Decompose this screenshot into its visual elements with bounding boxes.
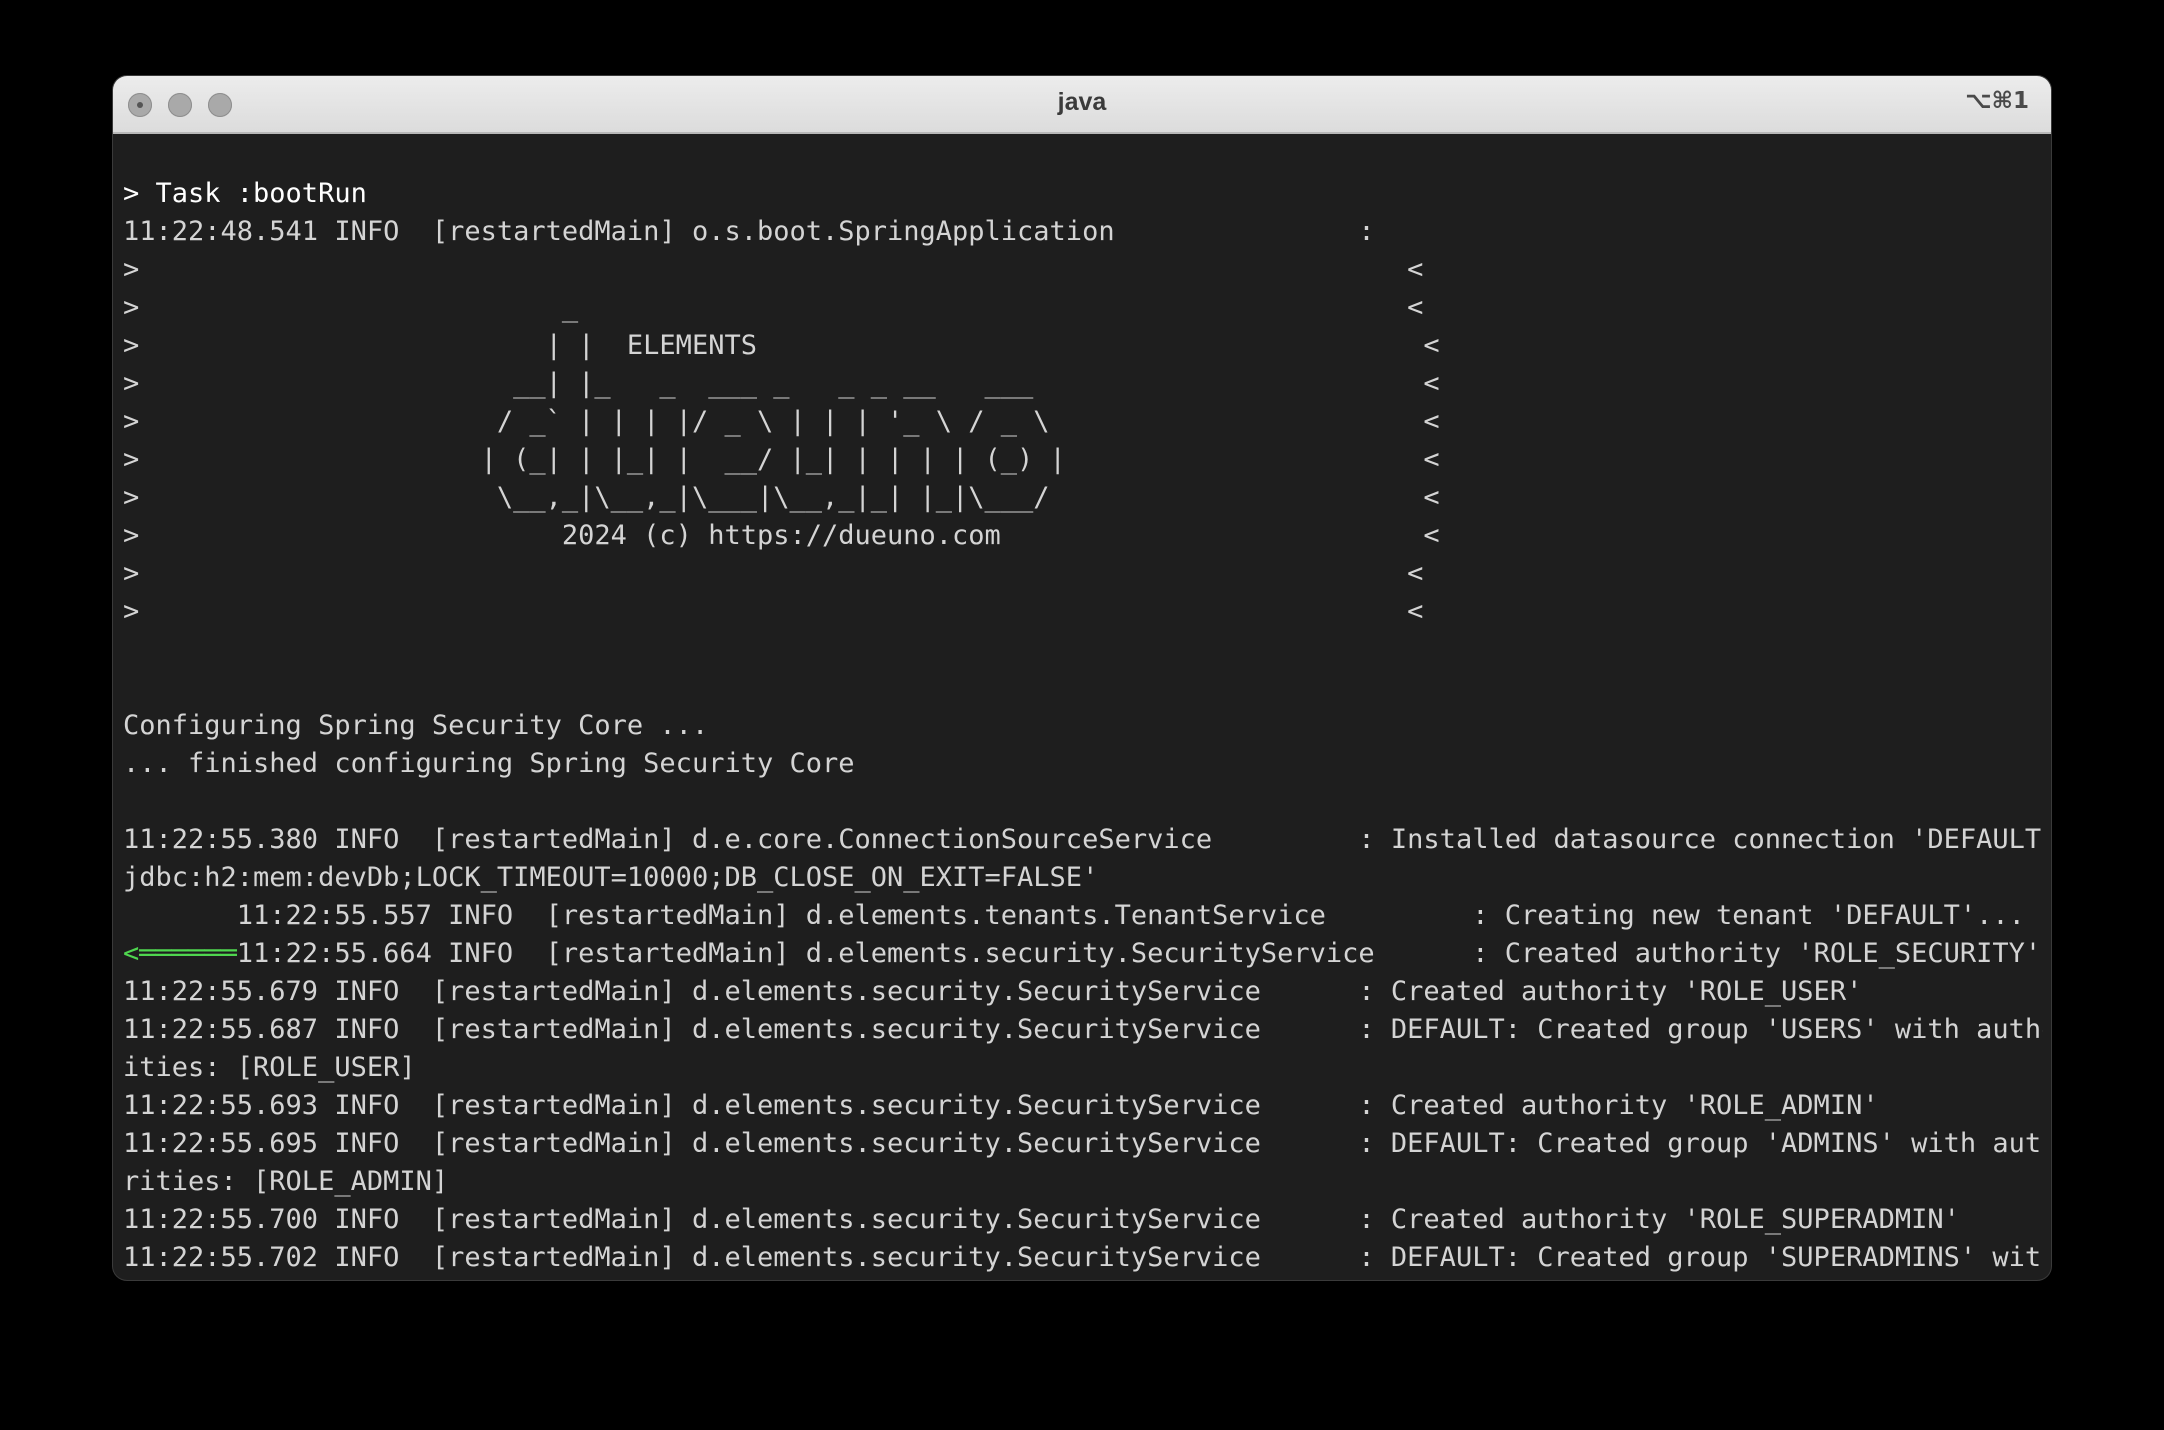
terminal-line-text: 11:22:55.687 INFO [restartedMain] d.elem…	[123, 1014, 2043, 1045]
terminal-line: > <	[123, 251, 2043, 289]
terminal-line: > Task :bootRun	[123, 175, 2043, 213]
terminal-line-text: > | (_| | |_| | __/ |_| | | | | (_) | <	[123, 444, 1440, 475]
terminal-line: > <	[123, 593, 2043, 631]
terminal-line-text: > _ <	[123, 292, 1424, 323]
terminal-line-text: > __| |_ _ ___ _ _ _ __ ___ <	[123, 368, 1440, 399]
terminal-line: > | | ELEMENTS <	[123, 327, 2043, 365]
window-title: java	[1057, 88, 1107, 116]
terminal-line: 11:22:55.695 INFO [restartedMain] d.elem…	[123, 1125, 2043, 1163]
terminal-line-text: 11:22:55.695 INFO [restartedMain] d.elem…	[123, 1128, 2043, 1159]
terminal-line-text: 11:22:55.693 INFO [restartedMain] d.elem…	[123, 1090, 1879, 1121]
terminal-line: ... finished configuring Spring Security…	[123, 745, 2043, 783]
terminal-line-text: 11:22:55.664 INFO [restartedMain] d.elem…	[236, 938, 2042, 969]
terminal-line: > \__,_|\__,_|\___|\__,_|_| |_|\___/ <	[123, 479, 2043, 517]
terminal-line: rities: [ROLE_ADMIN]	[123, 1163, 2043, 1201]
terminal-line: 11:22:55.702 INFO [restartedMain] d.elem…	[123, 1239, 2043, 1277]
terminal-line-text: Configuring Spring Security Core ...	[123, 710, 709, 741]
terminal-line-text: > <	[123, 558, 1424, 589]
terminal-line-text: rities: [ROLE_ADMIN]	[123, 1166, 449, 1197]
terminal-line-text: 11:22:55.679 INFO [restartedMain] d.elem…	[123, 976, 1863, 1007]
terminal-line: > 2024 (c) https://dueuno.com <	[123, 517, 2043, 555]
terminal-line: 11:22:48.541 INFO [restartedMain] o.s.bo…	[123, 213, 2043, 251]
terminal-line-text: > \__,_|\__,_|\___|\__,_|_| |_|\___/ <	[123, 482, 1440, 513]
terminal-line-text: > / _` | | | |/ _ \ | | | '_ \ / _ \ <	[123, 406, 1440, 437]
terminal-output[interactable]: > Task :bootRun 11:22:48.541 INFO [restar…	[123, 175, 2043, 1280]
terminal-line: Configuring Spring Security Core ...	[123, 707, 2043, 745]
terminal-line: 11:22:55.687 INFO [restartedMain] d.elem…	[123, 1011, 2043, 1049]
terminal-line: > / _` | | | |/ _ \ | | | '_ \ / _ \ <	[123, 403, 2043, 441]
terminal-line-text: 11:22:55.700 INFO [restartedMain] d.elem…	[123, 1204, 1960, 1235]
terminal-line: <══════11:22:55.664 INFO [restartedMain]…	[123, 935, 2043, 973]
terminal-line-text: 11:22:55.702 INFO [restartedMain] d.elem…	[123, 1242, 2043, 1273]
terminal-line-text: ... finished configuring Spring Security…	[123, 748, 855, 779]
terminal-line: > | (_| | |_| | __/ |_| | | | | (_) | <	[123, 441, 2043, 479]
terminal-line: 11:22:55.693 INFO [restartedMain] d.elem…	[123, 1087, 2043, 1125]
terminal-line-text: > | | ELEMENTS <	[123, 330, 1440, 361]
terminal-line: 11:22:55.380 INFO [restartedMain] d.e.co…	[123, 821, 2043, 859]
arrow-marker: <══════	[123, 938, 237, 969]
terminal-window: java ⌥⌘1 > Task :bootRun 11:22:48.541 INF…	[113, 76, 2051, 1280]
terminal-line: > _ <	[123, 289, 2043, 327]
terminal-line-text: ities: [ROLE_USER]	[123, 1052, 416, 1083]
terminal-line: 11:22:55.679 INFO [restartedMain] d.elem…	[123, 973, 2043, 1011]
terminal-line: 11:22:55.700 INFO [restartedMain] d.elem…	[123, 1201, 2043, 1239]
terminal-line-text: 11:22:55.557 INFO [restartedMain] d.elem…	[123, 900, 2025, 931]
terminal-line-text: > Task :bootRun	[123, 178, 367, 209]
terminal-line: > __| |_ _ ___ _ _ _ __ ___ <	[123, 365, 2043, 403]
title-bar[interactable]: java ⌥⌘1	[113, 76, 2051, 134]
terminal-line: > <	[123, 555, 2043, 593]
terminal-line: jdbc:h2:mem:devDb;LOCK_TIMEOUT=10000;DB_…	[123, 859, 2043, 897]
terminal-line-text: 11:22:48.541 INFO [restartedMain] o.s.bo…	[123, 216, 1375, 247]
terminal-line-text: > <	[123, 596, 1424, 627]
terminal-line-text: jdbc:h2:mem:devDb;LOCK_TIMEOUT=10000;DB_…	[123, 862, 1099, 893]
terminal-line: ities: [ROLE_USER]	[123, 1049, 2043, 1087]
terminal-line-text: > <	[123, 254, 1424, 285]
terminal-line: 11:22:55.557 INFO [restartedMain] d.elem…	[123, 897, 2043, 935]
terminal-line-text: > 2024 (c) https://dueuno.com <	[123, 520, 1440, 551]
terminal-line-text: 11:22:55.380 INFO [restartedMain] d.e.co…	[123, 824, 2043, 855]
window-shortcut-label: ⌥⌘1	[1965, 88, 2029, 114]
